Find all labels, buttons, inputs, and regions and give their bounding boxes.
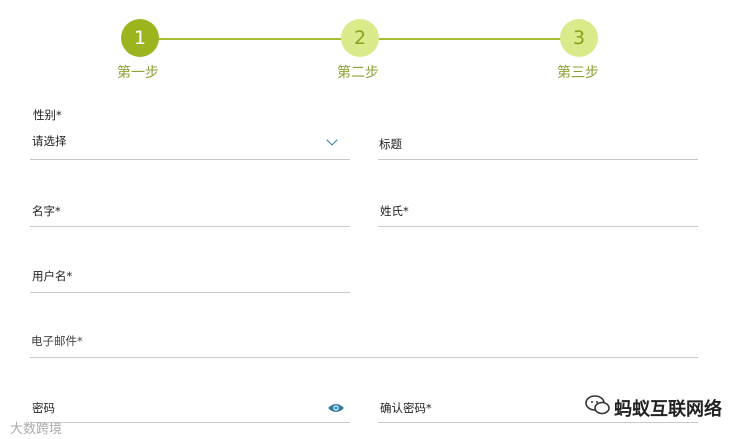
gender-label: 性别* bbox=[33, 108, 62, 122]
confirm-password-underline bbox=[378, 422, 698, 423]
email-label: 电子邮件* bbox=[31, 334, 83, 348]
wechat-icon bbox=[585, 395, 610, 415]
step-connector-1-2 bbox=[140, 38, 360, 40]
username-label: 用户名* bbox=[32, 269, 73, 283]
title-underline bbox=[378, 159, 698, 160]
confirm-password-label: 确认密码* bbox=[380, 401, 432, 415]
first-name-input[interactable]: 名字* bbox=[30, 196, 350, 228]
step-1-circle[interactable]: 1 bbox=[121, 19, 159, 57]
email-underline bbox=[30, 357, 698, 358]
step-1-label: 第一步 bbox=[117, 65, 159, 81]
username-underline bbox=[30, 292, 350, 293]
gender-underline bbox=[30, 159, 350, 160]
progress-stepper: 1 2 3 第一步 第二步 第三步 bbox=[0, 0, 747, 90]
gender-select[interactable]: 请选择 bbox=[30, 128, 350, 161]
first-name-underline bbox=[30, 226, 350, 227]
last-name-underline bbox=[378, 226, 698, 227]
password-label: 密码 bbox=[32, 401, 55, 415]
watermark-left-text: 大数跨境 bbox=[10, 422, 63, 437]
password-input[interactable]: 密码 bbox=[30, 395, 350, 425]
gender-select-value: 请选择 bbox=[32, 134, 67, 148]
step-connector-2-3 bbox=[360, 38, 579, 40]
step-2-circle[interactable]: 2 bbox=[341, 19, 379, 57]
username-input[interactable]: 用户名* bbox=[30, 262, 350, 294]
eye-icon[interactable] bbox=[327, 403, 345, 413]
email-input[interactable]: 电子邮件* bbox=[30, 326, 698, 358]
first-name-label: 名字* bbox=[32, 204, 61, 218]
step-3-label: 第三步 bbox=[557, 65, 599, 81]
step-2-label: 第二步 bbox=[337, 65, 379, 81]
title-label: 标题 bbox=[379, 137, 402, 151]
watermark-text: 蚂蚁互联网络 bbox=[614, 399, 722, 420]
password-underline bbox=[30, 422, 350, 423]
last-name-label: 姓氏* bbox=[380, 204, 409, 218]
step-3-circle[interactable]: 3 bbox=[560, 19, 598, 57]
chevron-down-icon bbox=[326, 134, 338, 146]
title-input[interactable]: 标题 bbox=[378, 128, 698, 161]
last-name-input[interactable]: 姓氏* bbox=[378, 196, 698, 228]
